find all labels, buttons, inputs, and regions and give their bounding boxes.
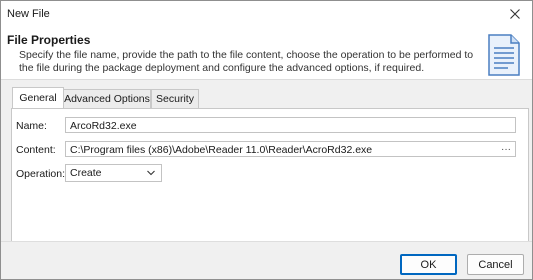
browse-button[interactable]: ··· [501,142,511,156]
document-icon [488,34,520,76]
operation-value: Create [70,167,102,179]
name-input[interactable]: ArcoRd32.exe [65,117,516,133]
close-icon [510,9,520,19]
header-description: Specify the file name, provide the path … [19,49,474,74]
tab-advanced-options[interactable]: Advanced Options [63,89,151,108]
operation-label: Operation: [16,168,66,180]
close-button[interactable] [498,1,532,27]
tab-security[interactable]: Security [151,89,199,108]
chevron-down-icon [147,170,155,176]
header-title: File Properties [7,33,91,47]
dialog-footer: OK Cancel [1,241,532,279]
ok-button[interactable]: OK [400,254,457,275]
operation-select[interactable]: Create [65,164,162,182]
tab-general[interactable]: General [12,87,64,108]
cancel-button[interactable]: Cancel [467,254,524,275]
content-input[interactable]: C:\Program files (x86)\Adobe\Reader 11.0… [65,141,516,157]
content-label: Content: [16,144,56,156]
title-bar: New File [1,1,532,27]
header-band: File Properties Specify the file name, p… [1,27,532,80]
content-path: C:\Program files (x86)\Adobe\Reader 11.0… [70,144,373,156]
general-panel: Name: ArcoRd32.exe Content: C:\Program f… [11,108,529,241]
name-label: Name: [16,120,47,132]
new-file-dialog: New File File Properties Specify the fil… [0,0,533,280]
window-title: New File [7,8,50,20]
